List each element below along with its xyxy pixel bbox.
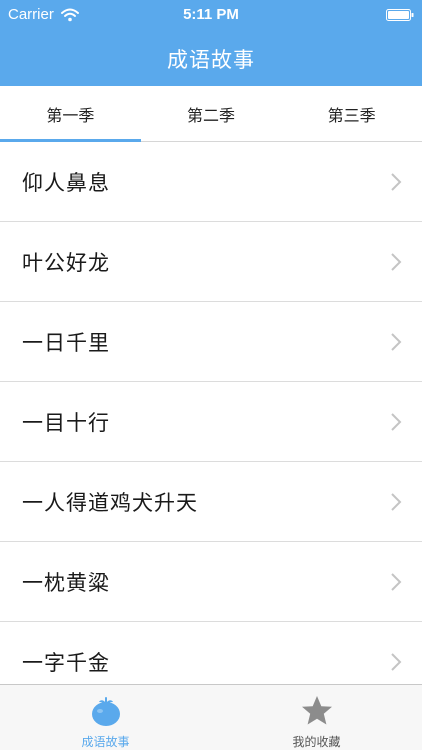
chevron-right-icon: [391, 653, 402, 671]
list-item-label: 一枕黄粱: [22, 570, 110, 595]
tab-season-2[interactable]: 第二季: [141, 86, 282, 141]
list-item[interactable]: 叶公好龙: [0, 222, 422, 302]
bottom-tab-bar: 成语故事 我的收藏: [0, 684, 422, 750]
battery-icon: [386, 9, 414, 21]
app-screen: Carrier 5:11 PM 成语故事 第一季 第二季 第三季 仰人鼻息 叶公…: [0, 0, 422, 750]
status-time: 5:11 PM: [183, 6, 239, 23]
status-bar: Carrier 5:11 PM: [0, 0, 422, 28]
tabbar-label: 成语故事: [81, 735, 130, 749]
tab-label: 第二季: [187, 105, 236, 125]
list-item[interactable]: 一目十行: [0, 382, 422, 462]
chevron-right-icon: [391, 253, 402, 271]
chevron-right-icon: [391, 333, 402, 351]
list-item-label: 仰人鼻息: [22, 170, 110, 195]
idiom-list: 仰人鼻息 叶公好龙 一日千里 一目十行 一人得道鸡犬升天 一枕黄粱 一字千金: [0, 142, 422, 684]
list-item-label: 一日千里: [22, 330, 110, 355]
tomato-icon: [91, 697, 120, 726]
chevron-right-icon: [391, 573, 402, 591]
list-item-label: 叶公好龙: [22, 250, 110, 275]
tab-label: 第一季: [46, 105, 95, 125]
page-title: 成语故事: [167, 48, 255, 72]
chevron-right-icon: [391, 413, 402, 431]
list-item[interactable]: 一人得道鸡犬升天: [0, 462, 422, 542]
tabbar-item-my-favorites[interactable]: 我的收藏: [211, 685, 422, 750]
list-item-label: 一人得道鸡犬升天: [22, 490, 198, 515]
list-item-label: 一字千金: [22, 650, 110, 675]
chevron-right-icon: [391, 493, 402, 511]
list-item[interactable]: 仰人鼻息: [0, 142, 422, 222]
tab-label: 第三季: [327, 105, 376, 125]
tab-season-3[interactable]: 第三季: [281, 86, 422, 141]
header: Carrier 5:11 PM 成语故事: [0, 0, 422, 86]
list-item[interactable]: 一字千金: [0, 622, 422, 684]
tabbar-label: 我的收藏: [292, 735, 341, 749]
star-icon: [301, 696, 332, 725]
tabbar-item-idiom-stories[interactable]: 成语故事: [0, 685, 211, 750]
tab-season-1[interactable]: 第一季: [0, 86, 141, 142]
list-item[interactable]: 一枕黄粱: [0, 542, 422, 622]
chevron-right-icon: [391, 173, 402, 191]
list-item-label: 一目十行: [22, 410, 110, 435]
season-tabs: 第一季 第二季 第三季: [0, 86, 422, 142]
list-item[interactable]: 一日千里: [0, 302, 422, 382]
